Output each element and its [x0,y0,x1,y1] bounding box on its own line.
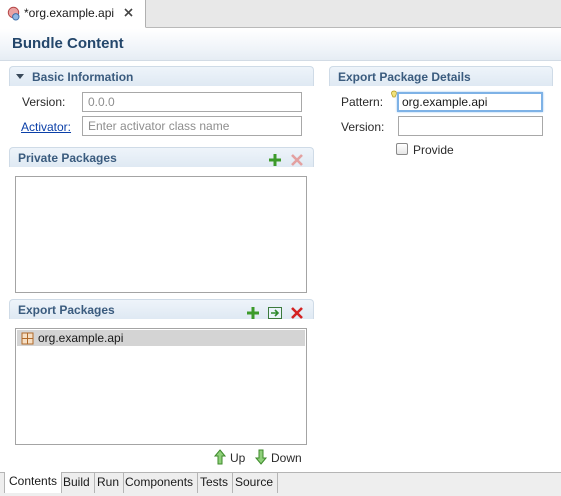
close-icon[interactable] [122,6,135,19]
remove-package-icon[interactable] [289,152,305,168]
collapse-twisty-icon[interactable] [16,74,24,79]
pattern-field[interactable] [397,92,543,112]
tab-components[interactable]: Components [121,473,199,493]
form-header: Bundle Content [0,29,561,61]
provide-checkbox[interactable] [396,143,408,155]
move-down-button[interactable]: Down [254,449,304,466]
provide-label: Provide [413,143,454,157]
page-tab-bar: Contents Build Run Components Tests Sour… [0,472,561,496]
activator-link[interactable]: Activator: [21,120,71,134]
private-packages-list[interactable] [15,176,307,293]
tab-tests[interactable]: Tests [196,473,234,493]
detail-version-field[interactable] [398,116,543,136]
add-package-icon[interactable] [267,152,283,168]
list-item[interactable]: org.example.api [17,330,305,346]
editor-tab-strip: *org.example.api [0,0,561,28]
up-label: Up [230,451,246,465]
export-packages-list[interactable]: org.example.api [15,328,307,445]
editor-tab-title: *org.example.api [24,6,115,20]
tab-contents[interactable]: Contents [4,472,63,493]
tab-build[interactable]: Build [59,473,95,493]
private-packages-title: Private Packages [18,151,117,165]
arrow-down-icon [254,449,268,465]
move-up-button[interactable]: Up [213,449,247,466]
tab-source[interactable]: Source [231,473,279,493]
remove-package-icon[interactable] [289,305,305,321]
arrow-up-icon [213,449,227,465]
activator-field[interactable] [82,116,302,136]
export-packages-title: Export Packages [18,303,115,317]
basic-info-section-header[interactable]: Basic Information [9,66,314,86]
add-bundle-packages-icon[interactable] [267,305,283,321]
version-field[interactable] [82,92,302,112]
bundle-manifest-icon [7,6,20,21]
export-details-title: Export Package Details [338,70,471,84]
package-icon [21,332,34,345]
export-details-section-header: Export Package Details [329,66,553,86]
add-package-icon[interactable] [245,305,261,321]
version-label: Version: [22,95,66,109]
basic-info-title: Basic Information [32,70,134,84]
tab-run[interactable]: Run [93,473,125,493]
page-title: Bundle Content [12,35,124,52]
editor-tab[interactable]: *org.example.api [0,0,146,28]
list-item-label: org.example.api [38,331,124,345]
detail-version-label: Version: [341,120,385,134]
down-label: Down [271,451,302,465]
pattern-label: Pattern: [341,95,384,109]
export-packages-section-header: Export Packages [9,299,314,319]
private-packages-section-header: Private Packages [9,147,314,167]
